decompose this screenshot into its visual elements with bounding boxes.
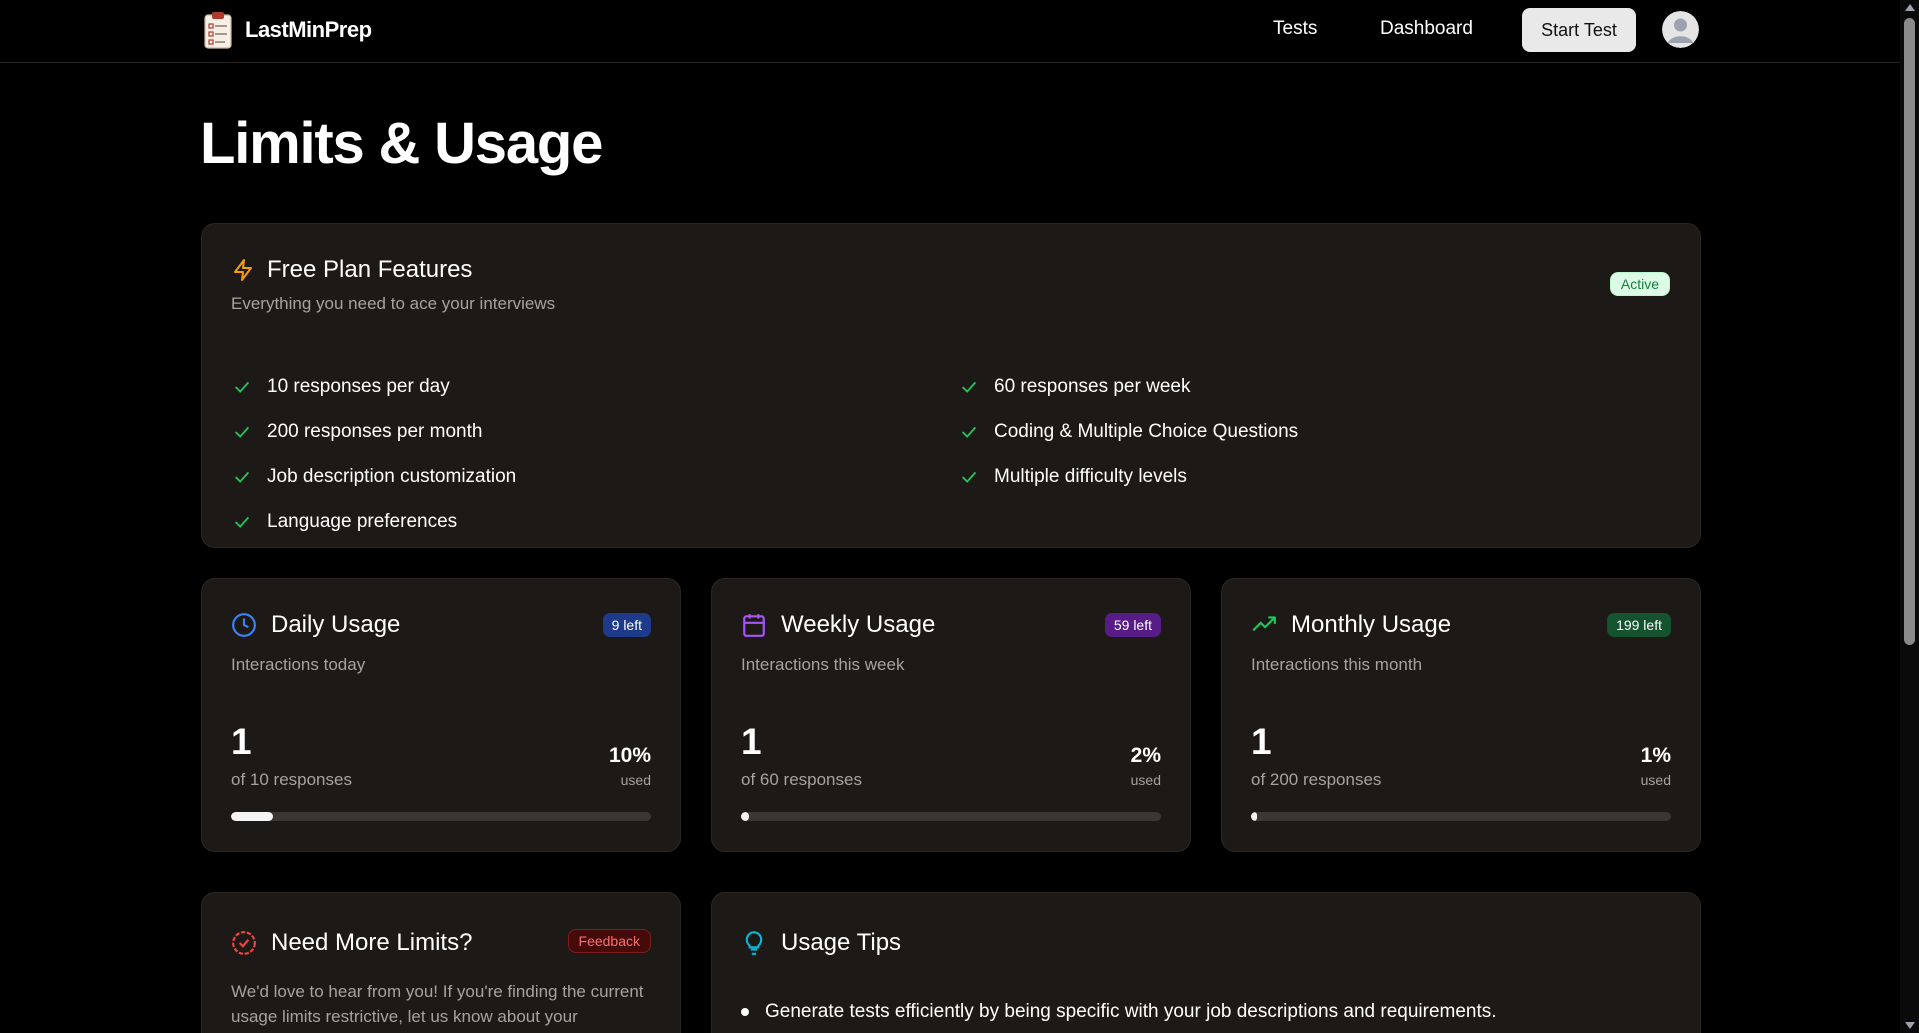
nav-tests-link[interactable]: Tests — [1273, 18, 1317, 40]
feature-item: Coding & Multiple Choice Questions — [958, 409, 1298, 454]
feature-label: 60 responses per week — [994, 375, 1191, 397]
brand-name: LastMinPrep — [245, 17, 372, 42]
need-more-limits-card: Need More Limits? Feedback We'd love to … — [201, 892, 681, 1033]
progress-fill — [1251, 812, 1258, 821]
features-left: 10 responses per day 200 responses per m… — [231, 364, 516, 544]
check-icon — [961, 426, 977, 438]
usage-count: 1 — [231, 721, 252, 762]
usage-used-label: used — [1640, 772, 1671, 788]
remaining-badge: 59 left — [1104, 613, 1161, 637]
usage-header: Daily Usage — [231, 611, 400, 639]
usage-subtitle: Interactions today — [231, 655, 366, 674]
usage-limit-text: of 200 responses — [1251, 770, 1382, 789]
badge-check-icon — [232, 931, 256, 955]
calendar-icon — [743, 614, 765, 637]
scroll-thumb[interactable] — [1904, 18, 1915, 645]
trending-up-icon — [1252, 616, 1276, 632]
feature-label: Language preferences — [267, 510, 458, 532]
plan-header: Free Plan Features — [231, 256, 472, 284]
more-header: Need More Limits? — [231, 929, 472, 957]
check-icon — [961, 381, 977, 393]
clock-icon — [232, 613, 256, 637]
feature-label: Job description customization — [267, 465, 517, 487]
check-icon — [234, 471, 250, 483]
usage-percent: 2% — [1130, 744, 1161, 767]
scroll-up-arrow-icon[interactable] — [1905, 4, 1915, 11]
check-icon — [961, 471, 977, 483]
page-title: Limits & Usage — [200, 111, 603, 176]
feature-label: Coding & Multiple Choice Questions — [994, 420, 1299, 442]
usage-used-label: used — [1130, 772, 1161, 788]
daily-usage-card: Daily Usage 9 left Interactions today 1 … — [201, 578, 681, 852]
tips-title: Usage Tips — [781, 929, 902, 956]
feature-item: Job description customization — [231, 454, 516, 499]
monthly-usage-card: Monthly Usage 199 left Interactions this… — [1221, 578, 1701, 852]
top-navbar: LastMinPrep Tests Dashboard Start Test — [0, 0, 1900, 63]
feedback-badge[interactable]: Feedback — [567, 929, 651, 953]
usage-progress-bar — [231, 812, 651, 821]
usage-percent: 10% — [608, 744, 651, 767]
feature-item: 10 responses per day — [231, 364, 516, 409]
tip-text: Generate tests efficiently by being spec… — [765, 1001, 1497, 1022]
weekly-usage-card: Weekly Usage 59 left Interactions this w… — [711, 578, 1191, 852]
usage-progress-bar — [1251, 812, 1671, 821]
usage-percent: 1% — [1640, 744, 1671, 767]
usage-used-label: used — [620, 772, 651, 788]
check-icon — [234, 381, 250, 393]
feature-item: Multiple difficulty levels — [958, 454, 1298, 499]
usage-header: Monthly Usage — [1251, 611, 1451, 639]
bullet-icon — [741, 1008, 749, 1016]
lightning-icon — [234, 259, 252, 281]
features-right: 60 responses per week Coding & Multiple … — [958, 364, 1298, 499]
feature-label: Multiple difficulty levels — [994, 465, 1187, 487]
start-test-button[interactable]: Start Test — [1522, 8, 1636, 52]
plan-subtitle: Everything you need to ace your intervie… — [231, 294, 556, 313]
plan-title: Free Plan Features — [267, 256, 473, 283]
feature-item: Language preferences — [231, 499, 516, 544]
more-title: Need More Limits? — [271, 929, 473, 956]
more-description: We'd love to hear from you! If you're fi… — [231, 982, 644, 1026]
clipboard-logo-icon — [204, 12, 232, 49]
progress-fill — [741, 812, 750, 821]
usage-subtitle: Interactions this week — [741, 655, 905, 674]
brand[interactable]: LastMinPrep — [203, 11, 372, 49]
check-icon — [234, 516, 250, 528]
scroll-down-arrow-icon[interactable] — [1905, 1022, 1915, 1029]
usage-title: Daily Usage — [271, 611, 401, 638]
feature-item: 200 responses per month — [231, 409, 516, 454]
usage-title: Monthly Usage — [1291, 611, 1452, 638]
lightbulb-icon — [745, 931, 763, 955]
usage-title: Weekly Usage — [781, 611, 936, 638]
remaining-badge: 199 left — [1607, 613, 1671, 637]
remaining-badge: 9 left — [602, 613, 651, 637]
usage-count: 1 — [1251, 721, 1272, 762]
nav-dashboard-link[interactable]: Dashboard — [1380, 18, 1473, 40]
feature-label: 10 responses per day — [267, 375, 450, 397]
usage-header: Weekly Usage — [741, 611, 935, 639]
usage-progress-bar — [741, 812, 1161, 821]
feature-label: 200 responses per month — [267, 420, 483, 442]
tip-item: Generate tests efficiently by being spec… — [741, 1001, 1497, 1023]
usage-count: 1 — [741, 721, 762, 762]
tips-header: Usage Tips — [741, 929, 901, 957]
plan-status-badge: Active — [1609, 272, 1670, 296]
page-scrollbar[interactable] — [1900, 0, 1919, 1033]
free-plan-card: Free Plan Features Everything you need t… — [201, 223, 1701, 548]
user-avatar-icon[interactable] — [1662, 11, 1699, 48]
page: LastMinPrep Tests Dashboard Start Test L… — [0, 0, 1919, 1033]
usage-tips-card: Usage Tips Generate tests efficiently by… — [711, 892, 1701, 1033]
usage-limit-text: of 60 responses — [741, 770, 862, 789]
progress-fill — [231, 812, 273, 821]
check-icon — [234, 426, 250, 438]
usage-subtitle: Interactions this month — [1251, 655, 1423, 674]
usage-limit-text: of 10 responses — [231, 770, 352, 789]
feature-item: 60 responses per week — [958, 364, 1298, 409]
